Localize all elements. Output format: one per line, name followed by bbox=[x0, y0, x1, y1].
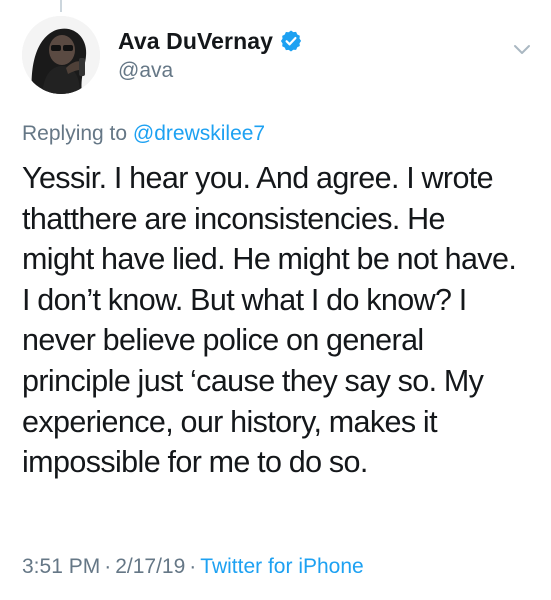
avatar[interactable] bbox=[22, 16, 100, 94]
tweet-source-link[interactable]: Twitter for iPhone bbox=[200, 555, 363, 578]
display-name[interactable]: Ava DuVernay bbox=[118, 28, 273, 55]
verified-badge-icon bbox=[279, 29, 303, 53]
avatar-image bbox=[22, 16, 100, 94]
user-handle[interactable]: @ava bbox=[118, 59, 303, 83]
tweet-date[interactable]: 2/17/19 bbox=[115, 555, 185, 578]
tweet-header: Ava DuVernay @ava bbox=[22, 16, 533, 96]
tweet-text-line: thatthere are inconsistencies. He bbox=[22, 201, 445, 236]
chevron-down-icon[interactable] bbox=[511, 38, 533, 60]
meta-separator: · bbox=[189, 555, 197, 578]
tweet-text-line: experience, our history, makes it bbox=[22, 404, 438, 439]
tweet-text-line: never believe police on general bbox=[22, 323, 424, 358]
tweet-time[interactable]: 3:51 PM bbox=[22, 555, 100, 578]
display-name-row: Ava DuVernay bbox=[118, 26, 303, 56]
author-block: Ava DuVernay @ava bbox=[118, 26, 303, 83]
tweet-meta: 3:51 PM · 2/17/19 · Twitter for iPhone bbox=[22, 555, 364, 579]
tweet-text-line: Yessir. I hear you. And agree. I wrote bbox=[22, 161, 494, 195]
tweet-text-line: principle just ‘cause they say so. My bbox=[22, 363, 484, 398]
tweet-text-line: impossible for me to do so. bbox=[22, 445, 368, 480]
tweet-text: Yessir. I hear you. And agree. I wrote t… bbox=[22, 158, 537, 483]
tweet-text-line: I don’t know. But what I do know? I bbox=[22, 282, 467, 317]
replying-to: Replying to @drewskilee7 bbox=[22, 122, 265, 146]
meta-separator: · bbox=[104, 555, 112, 578]
tweet-text-line: might have lied. He might be not have. bbox=[22, 242, 517, 277]
replying-prefix: Replying to bbox=[22, 122, 128, 145]
thread-connector-line bbox=[60, 0, 62, 12]
replying-to-mention[interactable]: @drewskilee7 bbox=[133, 122, 265, 145]
